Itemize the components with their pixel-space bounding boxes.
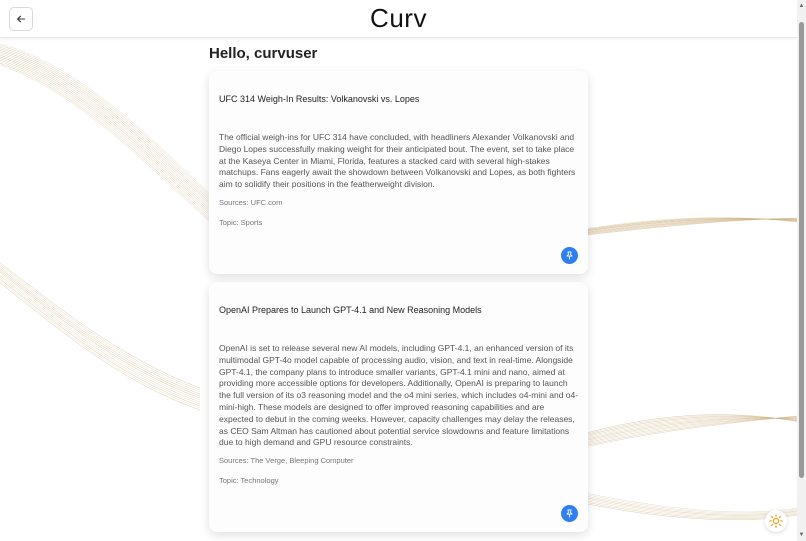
- background-wave-line: [585, 495, 797, 514]
- background-wave-line: [0, 55, 230, 227]
- pin-button[interactable]: [561, 505, 578, 522]
- card-title: OpenAI Prepares to Launch GPT-4.1 and Ne…: [219, 305, 482, 315]
- background-wave-line: [0, 270, 200, 396]
- top-header: Curv: [0, 0, 797, 38]
- card-sources: Sources: The Verge, Bleeping Computer: [219, 455, 581, 467]
- background-wave-line: [580, 417, 797, 438]
- background-wave-line: [0, 274, 200, 400]
- background-wave-line: [0, 57, 230, 229]
- card-summary: OpenAI is set to release several new AI …: [219, 343, 581, 449]
- card-title: UFC 314 Weigh-In Results: Volkanovski vs…: [219, 94, 419, 104]
- app-logo: Curv: [0, 3, 797, 34]
- card-summary: The official weigh-ins for UFC 314 have …: [219, 132, 581, 191]
- background-wave-line: [0, 276, 200, 402]
- pin-button[interactable]: [561, 247, 578, 264]
- news-card: UFC 314 Weigh-In Results: Volkanovski vs…: [209, 71, 588, 274]
- background-wave-line: [0, 279, 200, 406]
- scroll-down-icon[interactable]: ▼: [798, 531, 805, 539]
- news-card: OpenAI Prepares to Launch GPT-4.1 and Ne…: [209, 282, 588, 532]
- background-wave-line: [0, 265, 200, 390]
- background-wave-line: [0, 263, 200, 388]
- background-wave-line: [0, 272, 200, 398]
- page-scrollbar[interactable]: ▲ ▼: [797, 0, 806, 541]
- background-wave-line: [0, 52, 230, 223]
- card-content: The official weigh-ins for UFC 314 have …: [219, 132, 581, 229]
- pin-icon: [565, 251, 574, 260]
- background-wave-line: [580, 417, 797, 447]
- background-wave-line: [0, 277, 200, 404]
- card-content: OpenAI is set to release several new AI …: [219, 343, 581, 487]
- sun-icon: [769, 514, 783, 528]
- background-wave-line: [0, 60, 230, 233]
- card-topic: Topic: Technology: [219, 475, 581, 487]
- card-sources: Sources: UFC.com: [219, 197, 581, 209]
- feed-container: Hello, curvuser UFC 314 Weigh-In Results…: [209, 38, 588, 66]
- pin-icon: [565, 509, 574, 518]
- background-wave-line: [0, 58, 230, 231]
- scrollbar-thumb[interactable]: [799, 22, 804, 478]
- background-wave-line: [0, 63, 230, 237]
- background-wave-line: [0, 65, 230, 239]
- card-topic: Topic: Sports: [219, 217, 581, 229]
- greeting-heading: Hello, curvuser: [209, 42, 588, 66]
- scroll-up-icon[interactable]: ▲: [798, 2, 805, 10]
- background-wave-line: [0, 54, 230, 225]
- theme-toggle-button[interactable]: [765, 510, 787, 532]
